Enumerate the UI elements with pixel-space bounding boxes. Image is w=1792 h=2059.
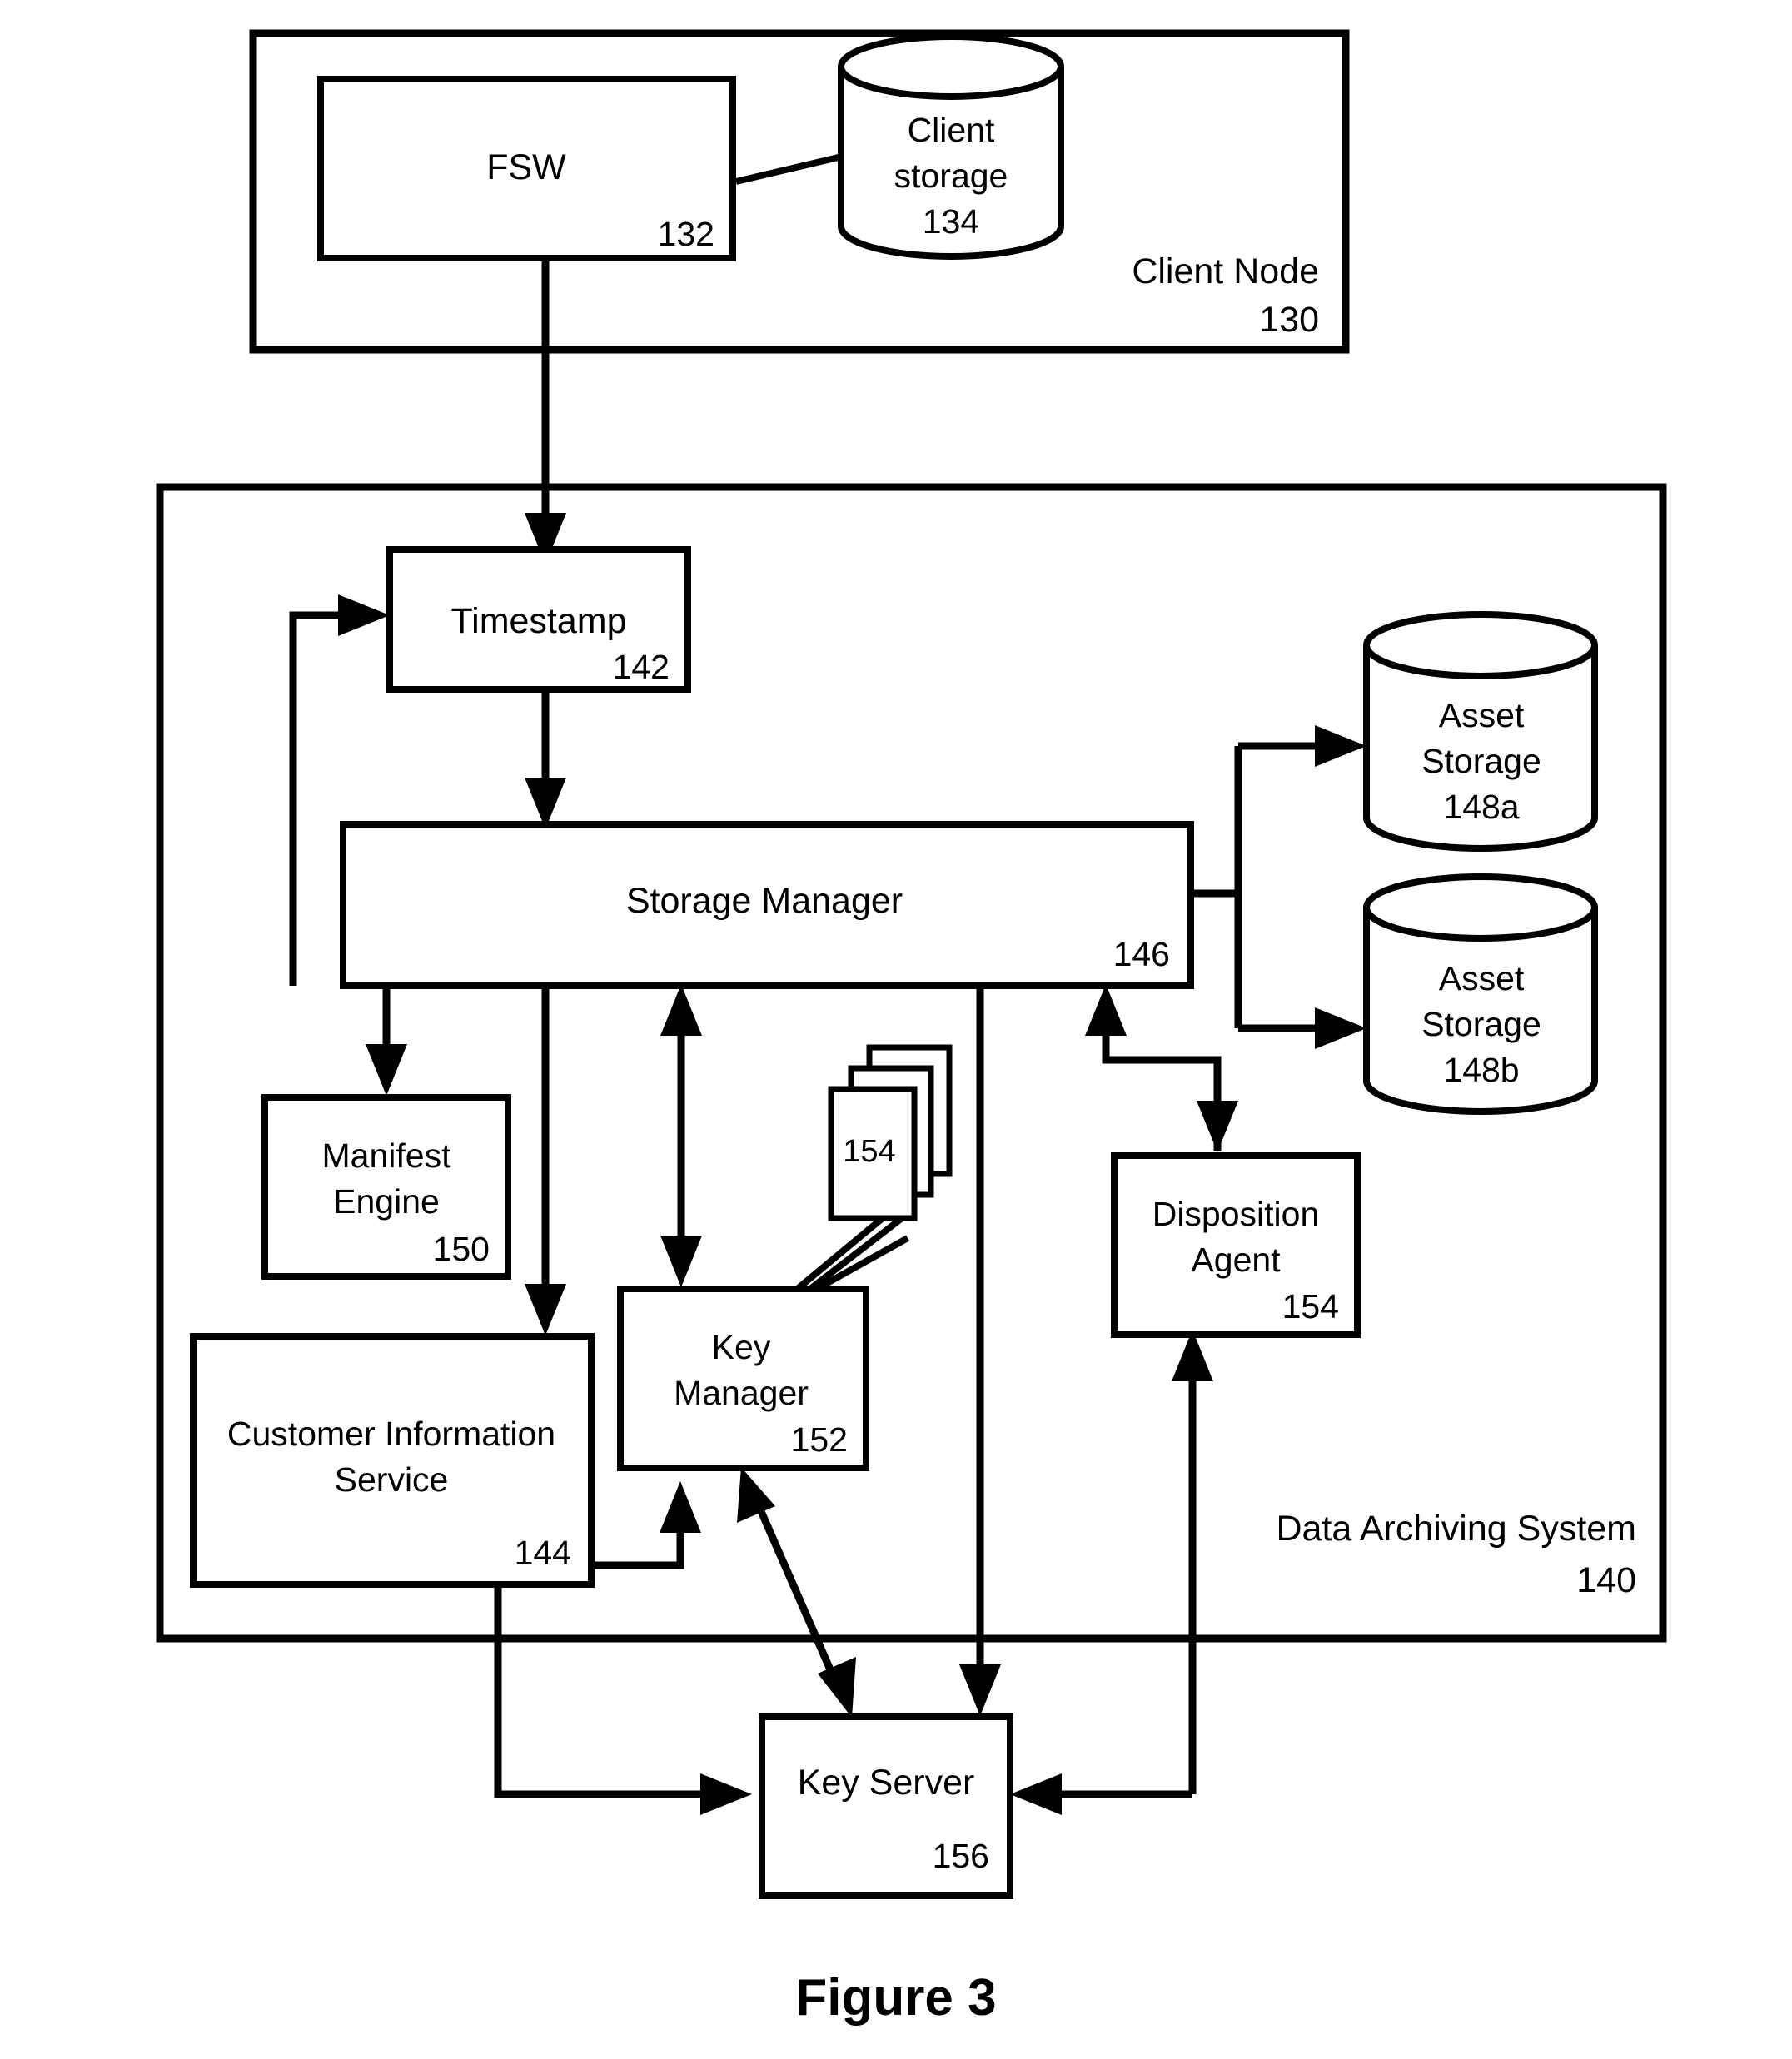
connector-key-manager-key-server	[748, 1489, 845, 1696]
arrowhead-disposition-agent-to-storage-manager	[1085, 984, 1127, 1036]
arrowhead-customer-information-service-to-key-server	[700, 1773, 752, 1815]
label-asset-storage-b-line2: Storage	[1421, 1005, 1541, 1043]
label-key-server: Key Server	[798, 1763, 975, 1803]
label-asset-storage-a-line2: Storage	[1421, 742, 1541, 780]
arrowhead-storage-manager-to-customer-information-service	[525, 1284, 566, 1335]
label-key-manager-line1: Key	[712, 1328, 771, 1366]
label-disposition-agent-line1: Disposition	[1152, 1195, 1320, 1233]
arrowhead-key-server-to-key-manager	[737, 1467, 775, 1523]
label-manifest-engine-line1: Manifest	[322, 1136, 452, 1175]
label-key-manager-line2: Manager	[674, 1374, 809, 1412]
label-client-storage-line1: Client	[908, 111, 995, 149]
ref-timestamp: 142	[613, 648, 670, 686]
figure-caption: Figure 3	[795, 1969, 996, 2027]
ref-storage-manager: 146	[1113, 935, 1170, 973]
patent-figure-diagram: FSW 132 Client storage 134 Client Node 1…	[156, 29, 1667, 2027]
ref-key-manager: 152	[791, 1420, 848, 1459]
label-storage-manager: Storage Manager	[626, 881, 903, 921]
connector-storage-manager-to-disposition-agent	[1106, 1056, 1222, 1126]
connector-customer-information-service-to-key-server	[494, 1584, 726, 1798]
label-asset-storage-b-line1: Asset	[1439, 959, 1525, 997]
ref-fsw: 132	[658, 215, 714, 253]
arrowhead-storage-manager-to-key-manager	[660, 1236, 702, 1287]
node-policy-documents	[828, 1044, 953, 1221]
label-client-storage-line2: storage	[894, 157, 1008, 195]
label-asset-storage-a-line1: Asset	[1439, 696, 1525, 734]
ref-key-server: 156	[933, 1837, 989, 1875]
label-timestamp: Timestamp	[450, 601, 626, 641]
ref-customer-information-service: 144	[515, 1534, 571, 1572]
arrowhead-storage-manager-to-key-server	[959, 1664, 1001, 1716]
arrowhead-key-manager-to-storage-manager	[660, 984, 702, 1036]
figure-root: FSW 132 Client storage 134 Client Node 1…	[0, 0, 1792, 2059]
connector-storage-manager-to-asset-bus-upper	[1189, 746, 1242, 898]
ref-client-storage: 134	[923, 202, 979, 241]
ref-manifest-engine: 150	[433, 1230, 490, 1268]
arrowhead-storage-manager-to-disposition-agent	[1197, 1101, 1238, 1152]
arrowhead-storage-manager-to-timestamp-feedback	[338, 594, 390, 636]
ref-disposition-agent: 154	[1282, 1287, 1339, 1325]
label-fsw: FSW	[486, 147, 566, 187]
arrowhead-to-asset-storage-b	[1315, 1007, 1366, 1049]
label-manifest-engine-line2: Engine	[333, 1182, 440, 1221]
ref-client-node: 130	[1259, 300, 1319, 340]
arrowhead-customer-information-service-to-key-manager	[660, 1481, 701, 1533]
ref-asset-storage-a: 148a	[1443, 788, 1519, 826]
arrowhead-key-manager-to-key-server	[818, 1657, 856, 1718]
label-client-node: Client Node	[1132, 251, 1319, 291]
label-disposition-agent-line2: Agent	[1191, 1241, 1281, 1279]
label-data-archiving-system: Data Archiving System	[1276, 1509, 1636, 1549]
label-customer-information-service-line2: Service	[335, 1460, 449, 1499]
label-customer-information-service-line1: Customer Information	[227, 1415, 555, 1453]
arrowhead-storage-manager-to-manifest-engine	[366, 1044, 407, 1096]
arrowhead-key-server-right-inlet	[1010, 1773, 1062, 1815]
ref-asset-storage-b: 148b	[1443, 1051, 1519, 1089]
arrowhead-to-asset-storage-a	[1315, 725, 1366, 767]
ref-policy-documents: 154	[843, 1134, 895, 1169]
ref-data-archiving-system: 140	[1576, 1560, 1636, 1600]
connector-fsw-to-client-storage	[735, 153, 843, 185]
